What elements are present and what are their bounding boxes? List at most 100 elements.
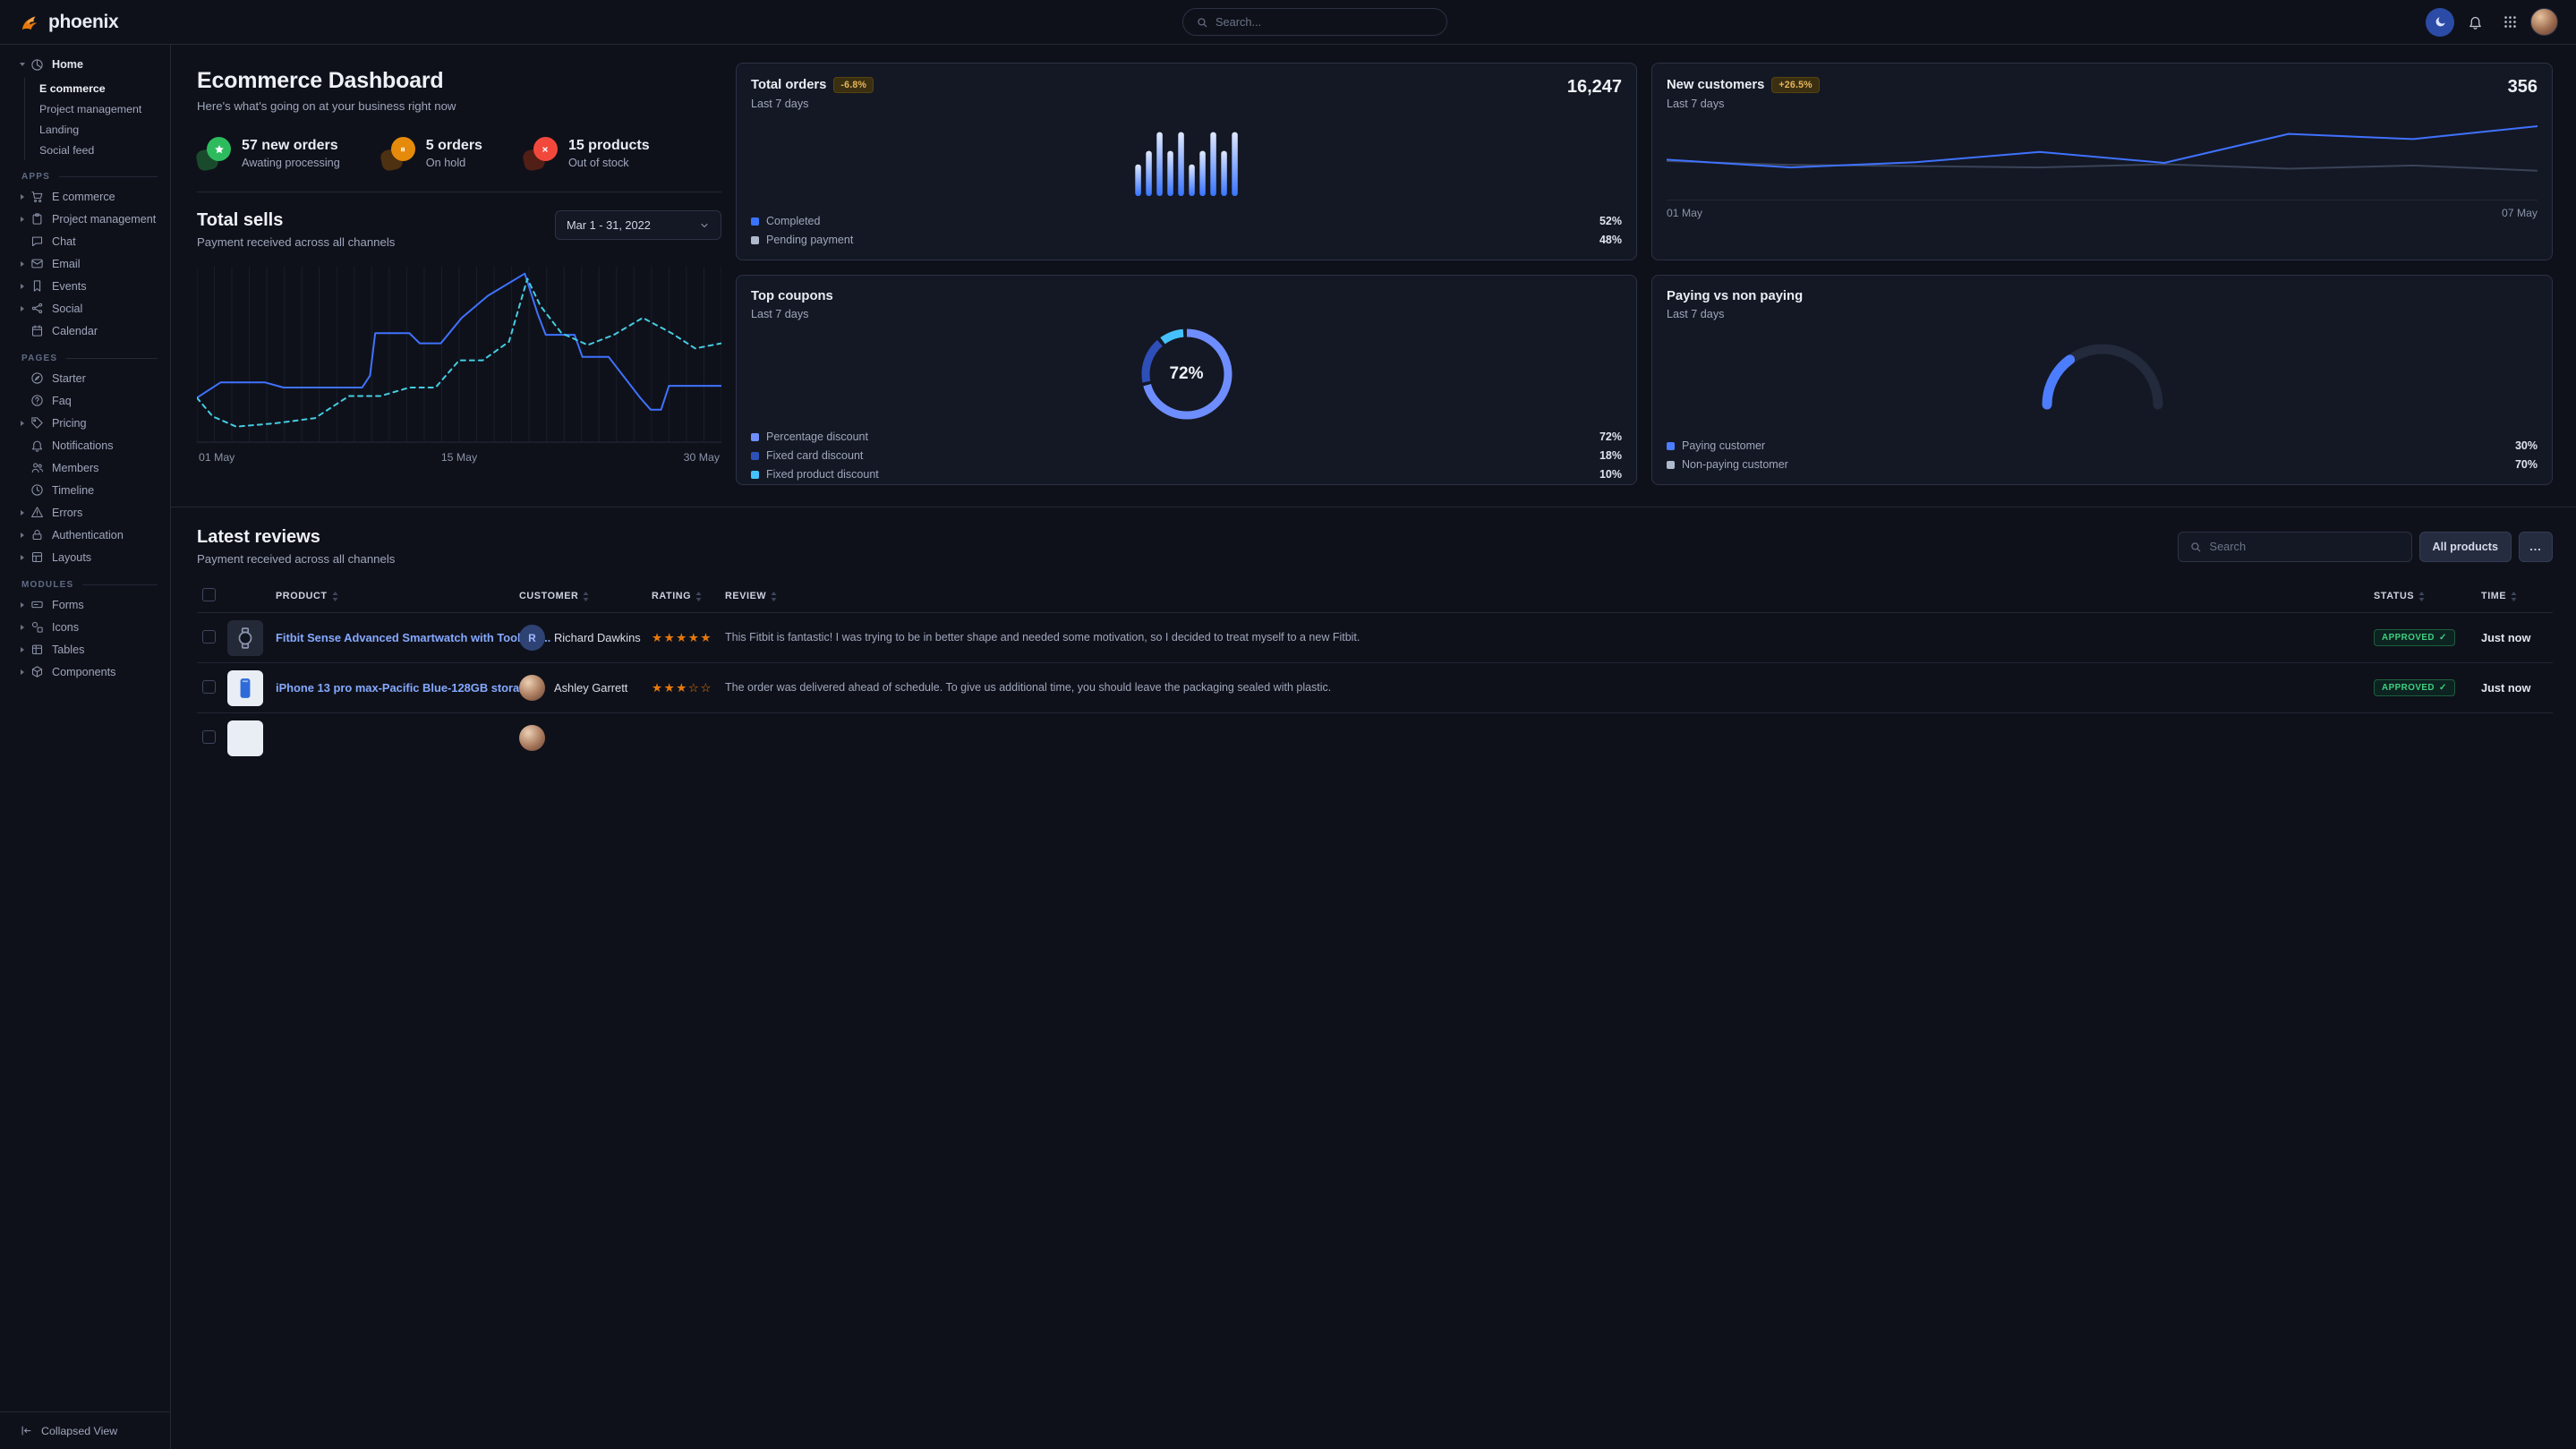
sidebar-item-calendar[interactable]: Calendar — [0, 320, 170, 342]
all-products-button[interactable]: All products — [2419, 532, 2512, 562]
sidebar-item-icons[interactable]: Icons — [0, 616, 170, 638]
caret-icon-wrap — [19, 532, 30, 539]
users-icon — [30, 461, 44, 474]
column-header-product[interactable]: PRODUCT — [276, 591, 519, 601]
review-text: This Fitbit is fantastic! I was trying t… — [725, 629, 2374, 645]
sidebar-item-tables[interactable]: Tables — [0, 638, 170, 661]
caret-icon — [19, 532, 26, 539]
navbar-actions — [2426, 8, 2558, 37]
product-link[interactable] — [276, 731, 288, 745]
legend-item: Paying customer 30% — [1667, 439, 2538, 452]
sidebar-item-authentication[interactable]: Authentication — [0, 524, 170, 546]
stat-icon — [197, 136, 231, 170]
search-icon — [2189, 541, 2202, 553]
sidebar-item-label: Icons — [52, 621, 79, 634]
date-range-select[interactable]: Mar 1 - 31, 2022 — [555, 210, 721, 240]
sidebar-item-email[interactable]: Email — [0, 252, 170, 275]
sidebar-item-pricing[interactable]: Pricing — [0, 412, 170, 434]
apps-grid-button[interactable] — [2495, 8, 2524, 37]
phoenix-logo-icon — [18, 11, 41, 34]
table-row: iPhone 13 pro max-Pacific Blue-128GB sto… — [197, 662, 2553, 712]
top-navbar: phoenix — [0, 0, 2576, 45]
column-header-rating[interactable]: RATING — [652, 591, 725, 601]
sidebar-item-social[interactable]: Social — [0, 297, 170, 320]
sidebar-item-home[interactable]: Home — [0, 52, 170, 77]
caret-icon — [19, 624, 26, 631]
latest-reviews-subtitle: Payment received across all channels — [197, 552, 395, 566]
sidebar-subitem-e-commerce[interactable]: E commerce — [25, 78, 170, 98]
help-icon — [30, 394, 44, 407]
collapse-view-button[interactable]: Collapsed View — [0, 1411, 170, 1449]
more-options-button[interactable]: ... — [2519, 532, 2553, 562]
x-tick: 30 May — [684, 451, 720, 464]
dashboard-overview-section: Ecommerce Dashboard Here's what's going … — [171, 45, 2576, 507]
global-search-input[interactable] — [1215, 15, 1434, 29]
legend-value: 30% — [2515, 439, 2538, 452]
legend-label: Non-paying customer — [1682, 458, 1788, 471]
legend-swatch — [751, 217, 759, 226]
alert-icon — [30, 506, 44, 519]
top-coupons-legend: Percentage discount 72% Fixed card disco… — [751, 424, 1622, 481]
sidebar-item-notifications[interactable]: Notifications — [0, 434, 170, 456]
sidebar-item-timeline[interactable]: Timeline — [0, 479, 170, 501]
shapes-icon — [30, 620, 44, 634]
sidebar-item-components[interactable]: Components — [0, 661, 170, 683]
sidebar-item-errors[interactable]: Errors — [0, 501, 170, 524]
new-customers-x-axis: 01 May 07 May — [1667, 200, 2538, 219]
bookmark-icon — [30, 279, 44, 293]
reviews-search[interactable] — [2178, 532, 2412, 562]
column-label: PRODUCT — [276, 591, 328, 601]
review-time: Just now — [2481, 631, 2553, 644]
sidebar-item-faq[interactable]: Faq — [0, 389, 170, 412]
product-link[interactable]: iPhone 13 pro max-Pacific Blue-128GB sto… — [276, 681, 545, 695]
sidebar-item-e-commerce[interactable]: E commerce — [0, 185, 170, 208]
card-title: Top coupons — [751, 289, 1622, 303]
caret-icon — [19, 305, 26, 312]
column-header-time[interactable]: TIME — [2481, 591, 2553, 601]
sidebar-subitem-project-management[interactable]: Project management — [25, 98, 170, 119]
user-avatar[interactable] — [2530, 8, 2558, 36]
select-all-checkbox[interactable] — [202, 588, 216, 601]
sidebar-item-layouts[interactable]: Layouts — [0, 546, 170, 568]
caret-icon-wrap — [19, 554, 30, 561]
caret-icon — [19, 260, 26, 268]
product-thumbnail[interactable] — [227, 720, 263, 756]
row-checkbox[interactable] — [202, 630, 216, 644]
caret-icon-wrap — [19, 646, 30, 653]
caret-icon — [19, 601, 26, 609]
sidebar-item-events[interactable]: Events — [0, 275, 170, 297]
row-checkbox[interactable] — [202, 680, 216, 694]
legend-swatch — [751, 236, 759, 244]
reviews-search-input[interactable] — [2210, 540, 2401, 553]
legend-value: 72% — [1599, 430, 1622, 443]
global-search[interactable] — [1182, 8, 1447, 36]
caret-icon — [19, 420, 26, 427]
sidebar-item-chat[interactable]: Chat — [0, 230, 170, 252]
product-thumbnail[interactable] — [227, 620, 263, 656]
sidebar-item-members[interactable]: Members — [0, 456, 170, 479]
column-header-status[interactable]: STATUS — [2374, 591, 2481, 601]
brand-name: phoenix — [48, 12, 118, 33]
chevron-down-icon — [699, 220, 710, 231]
sidebar-item-forms[interactable]: Forms — [0, 593, 170, 616]
legend-value: 70% — [2515, 458, 2538, 471]
theme-toggle-button[interactable] — [2426, 8, 2454, 37]
sidebar-item-project-management[interactable]: Project management — [0, 208, 170, 230]
column-header-review[interactable]: REVIEW — [725, 591, 2374, 601]
product-thumbnail[interactable] — [227, 670, 263, 706]
column-header-customer[interactable]: CUSTOMER — [519, 591, 652, 601]
notifications-button[interactable] — [2461, 8, 2489, 37]
legend-value: 48% — [1599, 234, 1622, 246]
caret-icon — [19, 283, 26, 290]
sidebar-item-starter[interactable]: Starter — [0, 367, 170, 389]
legend-swatch — [751, 471, 759, 479]
sidebar-subitem-landing[interactable]: Landing — [25, 119, 170, 140]
calendar-icon — [30, 324, 44, 337]
row-checkbox[interactable] — [202, 730, 216, 744]
sidebar-subitem-social-feed[interactable]: Social feed — [25, 140, 170, 160]
sort-icon — [771, 592, 777, 601]
brand[interactable]: phoenix — [18, 11, 170, 34]
legend-item: Fixed product discount 10% — [751, 468, 1622, 481]
caret-icon-wrap — [19, 61, 30, 68]
sidebar-section-label-pages: PAGES — [0, 354, 170, 363]
